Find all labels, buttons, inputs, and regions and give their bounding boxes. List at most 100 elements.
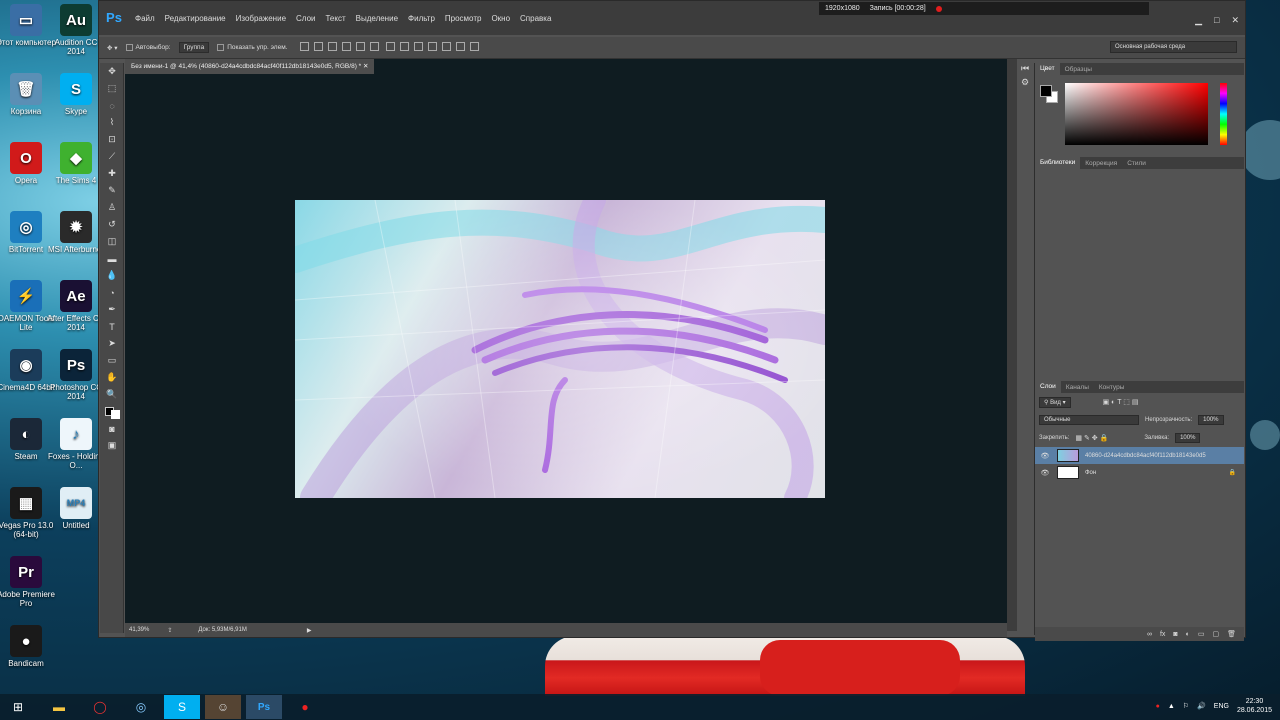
brush-tool-icon[interactable]: ✎ <box>100 182 124 199</box>
image-canvas[interactable] <box>295 200 825 498</box>
screen-mode-icon[interactable]: ▣ <box>100 437 124 454</box>
tab-libraries[interactable]: Библиотеки <box>1035 157 1081 169</box>
network-icon[interactable]: ⚐ <box>1183 702 1189 710</box>
pen-tool-icon[interactable]: ✒ <box>100 301 124 318</box>
photoshop-taskbar-icon[interactable]: Ps <box>246 695 282 719</box>
stamp-tool-icon[interactable]: ♙ <box>100 199 124 216</box>
layer-row-background[interactable]: 👁 Фон 🔒 <box>1035 464 1244 481</box>
distribute-top-icon[interactable] <box>386 42 396 51</box>
tab-styles[interactable]: Стили <box>1122 160 1151 167</box>
menu-window[interactable]: Окно <box>491 14 510 23</box>
quick-mask-icon[interactable]: ◙ <box>100 420 124 437</box>
tab-adjustments[interactable]: Коррекция <box>1080 160 1122 167</box>
show-controls-checkbox[interactable] <box>217 43 225 51</box>
lock-icons[interactable]: ▦ ✎ ✥ 🔒 <box>1075 434 1108 442</box>
color-swatches-icon[interactable] <box>100 403 124 420</box>
adjustment-icon[interactable]: ◐ <box>1186 631 1190 638</box>
crop-tool-icon[interactable]: ⊡ <box>100 131 124 148</box>
new-layer-icon[interactable]: ▢ <box>1212 630 1219 638</box>
tab-swatches[interactable]: Образцы <box>1060 66 1097 73</box>
menu-file[interactable]: Файл <box>135 14 155 23</box>
tab-layers[interactable]: Слои <box>1035 381 1061 393</box>
start-button-icon[interactable]: ⊞ <box>0 695 36 719</box>
layer-row-photo[interactable]: 👁 40860-d24a4cdbdc84acf40f112db18143e0d5 <box>1035 447 1244 464</box>
properties-panel-icon[interactable]: ⚙ <box>1017 77 1033 91</box>
desktop-icon[interactable]: ● Bandicam <box>0 625 56 668</box>
language-indicator[interactable]: ENG <box>1214 703 1229 710</box>
gradient-tool-icon[interactable]: ▬ <box>100 250 124 267</box>
close-tab-icon[interactable]: ✕ <box>363 63 368 70</box>
opera-taskbar-icon[interactable]: ◯ <box>82 695 118 719</box>
history-panel-icon[interactable]: ⏮ <box>1017 63 1033 77</box>
type-tool-icon[interactable]: T <box>100 318 124 335</box>
game-taskbar-icon[interactable]: ☺ <box>205 695 241 719</box>
menu-layers[interactable]: Слои <box>296 14 315 23</box>
dodge-tool-icon[interactable]: ◔ <box>100 284 124 301</box>
fill-input[interactable]: 100% <box>1175 433 1201 443</box>
autoselect-dropdown[interactable]: Группа <box>178 42 210 53</box>
desktop-icon[interactable]: S Skype <box>46 73 106 116</box>
desktop-icon[interactable]: Ps Photoshop CC 2014 <box>46 349 106 401</box>
export-icon[interactable]: ⇪ <box>167 627 172 634</box>
color-spectrum[interactable] <box>1065 83 1208 145</box>
align-bottom-icon[interactable] <box>328 42 338 51</box>
menu-filter[interactable]: Фильтр <box>408 14 435 23</box>
bandicam-taskbar-icon[interactable]: ● <box>287 695 323 719</box>
tab-paths[interactable]: Контуры <box>1094 384 1130 391</box>
distribute-hcenter-icon[interactable] <box>442 42 452 51</box>
close-icon[interactable]: ✕ <box>1231 15 1239 26</box>
blend-mode-dropdown[interactable]: Обычные <box>1039 415 1139 425</box>
menu-text[interactable]: Текст <box>325 14 345 23</box>
group-icon[interactable]: ▭ <box>1198 630 1205 638</box>
distribute-bottom-icon[interactable] <box>414 42 424 51</box>
foreground-color-swatch[interactable] <box>1040 85 1052 97</box>
delete-layer-icon[interactable]: 🗑 <box>1227 630 1236 638</box>
visibility-eye-icon[interactable]: 👁 <box>1039 452 1051 460</box>
align-vcenter-icon[interactable] <box>314 42 324 51</box>
align-top-icon[interactable] <box>300 42 310 51</box>
menu-help[interactable]: Справка <box>520 14 551 23</box>
desktop-icon[interactable]: ✹ MSI Afterburner <box>46 211 106 254</box>
eyedropper-tool-icon[interactable]: ⟋ <box>100 148 124 165</box>
menu-view[interactable]: Просмотр <box>445 14 482 23</box>
eraser-tool-icon[interactable]: ◫ <box>100 233 124 250</box>
minimize-icon[interactable]: ▁ <box>1195 15 1202 26</box>
workspace-selector[interactable]: Основная рабочая среда <box>1110 41 1237 53</box>
move-tool-icon[interactable]: ✥ <box>100 63 124 80</box>
fx-icon[interactable]: fx <box>1160 631 1165 638</box>
visibility-eye-icon[interactable]: 👁 <box>1039 469 1051 477</box>
desktop-icon[interactable]: ♪ Foxes - Holding O... <box>46 418 106 470</box>
zoom-readout[interactable]: 41,39% <box>129 627 149 633</box>
skype-taskbar-icon[interactable]: S <box>164 695 200 719</box>
move-tool-icon[interactable]: ✥ ▾ <box>107 44 118 52</box>
align-right-icon[interactable] <box>370 42 380 51</box>
link-layers-icon[interactable]: ∞ <box>1147 631 1152 638</box>
desktop-icon[interactable]: MP4 Untitled <box>46 487 106 530</box>
desktop-icon[interactable]: Au Audition CC 2014 <box>46 4 106 56</box>
record-icon[interactable] <box>935 5 942 12</box>
maximize-icon[interactable]: □ <box>1214 15 1219 26</box>
clock[interactable]: 22:30 28.06.2015 <box>1237 697 1272 715</box>
desktop-icon[interactable]: Pr Adobe Premiere Pro <box>0 556 56 608</box>
tab-color[interactable]: Цвет <box>1035 63 1060 75</box>
bittorrent-taskbar-icon[interactable]: ◎ <box>123 695 159 719</box>
document-tab[interactable]: Без имени-1 @ 41,4% (40860-d24a4cdbdc84a… <box>125 59 375 74</box>
desktop-icon[interactable]: ◆ The Sims 4 <box>46 142 106 185</box>
distribute-vcenter-icon[interactable] <box>400 42 410 51</box>
menu-image[interactable]: Изображение <box>236 14 286 23</box>
path-select-tool-icon[interactable]: ➤ <box>100 335 124 352</box>
filter-icons[interactable]: ▣ ◐ T ⬚ ▤ <box>1103 398 1139 406</box>
healing-tool-icon[interactable]: ✚ <box>100 165 124 182</box>
distribute-right-icon[interactable] <box>456 42 466 51</box>
menu-edit[interactable]: Редактирование <box>165 14 226 23</box>
auto-align-icon[interactable] <box>470 42 480 51</box>
marquee-tool-icon[interactable]: ⬚ <box>100 80 124 97</box>
history-brush-icon[interactable]: ↺ <box>100 216 124 233</box>
align-left-icon[interactable] <box>342 42 352 51</box>
lasso-tool-icon[interactable]: ◌ <box>100 97 124 114</box>
volume-icon[interactable]: 🔊 <box>1197 702 1206 710</box>
explorer-taskbar-icon[interactable]: ▬ <box>41 695 77 719</box>
kind-filter-dropdown[interactable]: ⚲ Вид ▾ <box>1039 396 1071 408</box>
desktop-icon[interactable]: Ae After Effects CC 2014 <box>46 280 106 332</box>
quick-select-tool-icon[interactable]: ⌇ <box>100 114 124 131</box>
